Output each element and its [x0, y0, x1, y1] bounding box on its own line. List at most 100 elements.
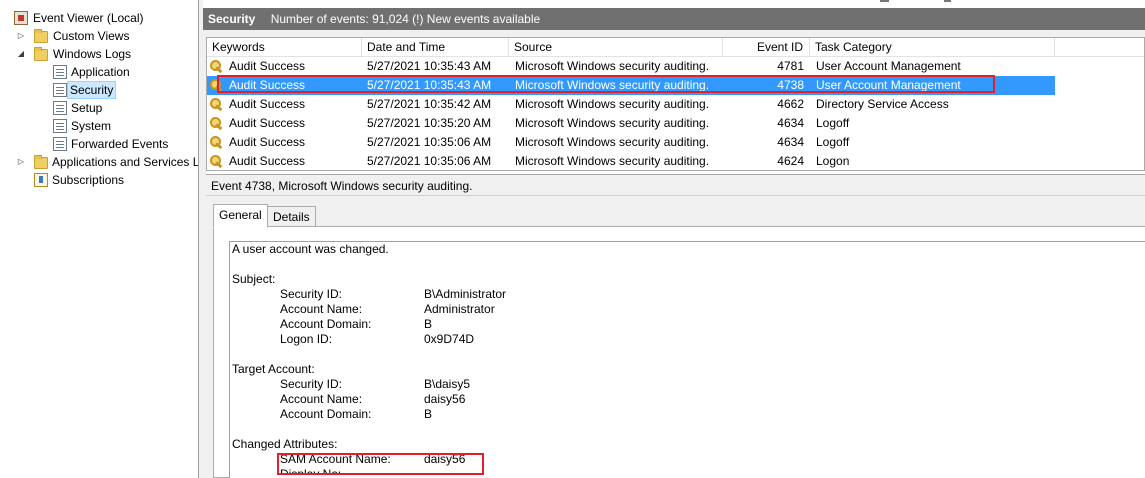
tree-item-label: Subscriptions [52, 173, 125, 187]
tree-item-system[interactable]: System [0, 117, 198, 135]
tree-item-event-viewer[interactable]: Event Viewer (Local) [0, 9, 198, 27]
console-tree: Event Viewer (Local) ▷ Custom Views ◢ Wi… [0, 0, 199, 478]
expand-arrow-icon[interactable]: ▷ [16, 27, 26, 45]
general-tab-page: A user account was changed. Subject: Sec… [213, 226, 1145, 478]
log-icon [53, 101, 67, 115]
subject-account-domain: Account Domain: B [280, 317, 680, 332]
column-header-keywords[interactable]: Keywords [207, 38, 362, 57]
cell-task-category: Logoff [816, 116, 850, 130]
folder-icon [34, 155, 48, 169]
top-strip [199, 0, 1145, 8]
field-label: Account Domain: [280, 407, 372, 421]
event-list-header: Keywords Date and Time Source Event ID T… [207, 38, 1144, 57]
tree-item-forwarded-events[interactable]: Forwarded Events [0, 135, 198, 153]
target-security-id: Security ID: B\daisy5 [280, 377, 680, 392]
collapse-arrow-icon[interactable]: ◢ [16, 45, 26, 63]
cell-keyword: Audit Success [229, 154, 306, 168]
folder-icon [34, 47, 48, 61]
tree-item-label: Event Viewer (Local) [33, 11, 144, 25]
tree-item-label: Application [71, 65, 130, 79]
field-label: Security ID: [280, 287, 343, 301]
subject-account-name: Account Name: Administrator [280, 302, 680, 317]
cell-event-id: 4662 [777, 97, 804, 111]
pane-gutter [199, 171, 206, 478]
expand-arrow-icon[interactable]: ▷ [16, 153, 26, 171]
cell-keyword: Audit Success [229, 97, 306, 111]
key-icon [210, 79, 224, 92]
subject-logon-id: Logon ID: 0x9D74D [280, 332, 680, 347]
event-row[interactable]: Audit Success 5/27/2021 10:35:43 AM Micros… [207, 76, 1055, 95]
cell-task-category: Logoff [816, 135, 850, 149]
field-value: B [424, 407, 433, 421]
event-count-info: Number of events: 91,024 (!) New events … [270, 12, 541, 26]
log-icon [53, 83, 67, 97]
event-message[interactable]: A user account was changed. Subject: Sec… [229, 241, 1145, 478]
event-list: Keywords Date and Time Source Event ID T… [206, 37, 1145, 171]
cell-source: Microsoft Windows security auditing. [515, 78, 710, 92]
field-label: Account Domain: [280, 317, 372, 331]
target-account-domain: Account Domain: B [280, 407, 680, 422]
field-value: B [424, 317, 433, 331]
subject-heading: Subject: [232, 272, 276, 286]
cell-date-time: 5/27/2021 10:35:43 AM [367, 59, 492, 73]
pane-gutter [199, 30, 206, 171]
cell-keyword: Audit Success [229, 116, 306, 130]
cell-keyword: Audit Success [229, 78, 306, 92]
pane-gutter [203, 30, 1145, 37]
key-icon [210, 117, 224, 130]
key-icon [210, 98, 224, 111]
log-icon [53, 137, 67, 151]
column-header-event-id[interactable]: Event ID [723, 38, 810, 57]
tree-item-setup[interactable]: Setup [0, 99, 198, 117]
tree-item-applications-and-services[interactable]: ▷ Applications and Services L [0, 153, 198, 171]
subject-security-id: Security ID: B\Administrator [280, 287, 680, 302]
event-row[interactable]: Audit Success 5/27/2021 10:35:42 AM Micros… [207, 95, 1055, 114]
cell-event-id: 4624 [777, 154, 804, 168]
cell-source: Microsoft Windows security auditing. [515, 154, 710, 168]
tree-item-subscriptions[interactable]: Subscriptions [0, 171, 198, 189]
log-header-bar: Security Number of events: 91,024 (!) Ne… [203, 8, 1145, 30]
cell-task-category: User Account Management [816, 78, 961, 92]
tab-details[interactable]: Details [267, 206, 316, 228]
cell-date-time: 5/27/2021 10:35:20 AM [367, 116, 492, 130]
tree-item-windows-logs[interactable]: ◢ Windows Logs [0, 45, 198, 63]
cell-task-category: User Account Management [816, 59, 961, 73]
log-icon [53, 65, 67, 79]
log-icon [53, 119, 67, 133]
cell-task-category: Directory Service Access [816, 97, 949, 111]
column-header-source[interactable]: Source [509, 38, 723, 57]
field-value: B\daisy5 [424, 377, 471, 391]
key-icon [210, 60, 224, 73]
event-row[interactable]: Audit Success 5/27/2021 10:35:43 AM Micros… [207, 57, 1055, 76]
tree-item-custom-views[interactable]: ▷ Custom Views [0, 27, 198, 45]
field-value: 0x9D74D [424, 332, 475, 346]
tree-item-application[interactable]: Application [0, 63, 198, 81]
event-row[interactable]: Audit Success 5/27/2021 10:35:20 AM Micros… [207, 114, 1055, 133]
cell-date-time: 5/27/2021 10:35:06 AM [367, 135, 492, 149]
cell-event-id: 4738 [777, 78, 804, 92]
cell-task-category: Logon [816, 154, 850, 168]
column-header-task-category[interactable]: Task Category [810, 38, 1055, 57]
tree-item-label: Windows Logs [53, 47, 132, 61]
column-header-date-time[interactable]: Date and Time [362, 38, 509, 57]
cell-date-time: 5/27/2021 10:35:06 AM [367, 154, 492, 168]
message-intro: A user account was changed. [232, 242, 389, 256]
cell-date-time: 5/27/2021 10:35:42 AM [367, 97, 492, 111]
event-row[interactable]: Audit Success 5/27/2021 10:35:06 AM Micros… [207, 152, 1055, 170]
cell-keyword: Audit Success [229, 135, 306, 149]
key-icon [210, 136, 224, 149]
event-detail-pane: General Details A user account was chang… [206, 196, 1145, 478]
tab-general[interactable]: General [213, 204, 268, 228]
log-title: Security [208, 12, 256, 26]
cell-event-id: 4634 [777, 116, 804, 130]
tree-item-label: Forwarded Events [71, 137, 169, 151]
field-value: B\Administrator [424, 287, 507, 301]
window-control-mark [944, 0, 951, 2]
cell-event-id: 4781 [777, 59, 804, 73]
tree-item-label: Custom Views [53, 29, 130, 43]
tree-item-security[interactable]: Security [0, 81, 198, 99]
field-label: Account Name: [280, 302, 363, 316]
cell-event-id: 4634 [777, 135, 804, 149]
event-row[interactable]: Audit Success 5/27/2021 10:35:06 AM Micros… [207, 133, 1055, 152]
target-account-name: Account Name: daisy56 [280, 392, 680, 407]
